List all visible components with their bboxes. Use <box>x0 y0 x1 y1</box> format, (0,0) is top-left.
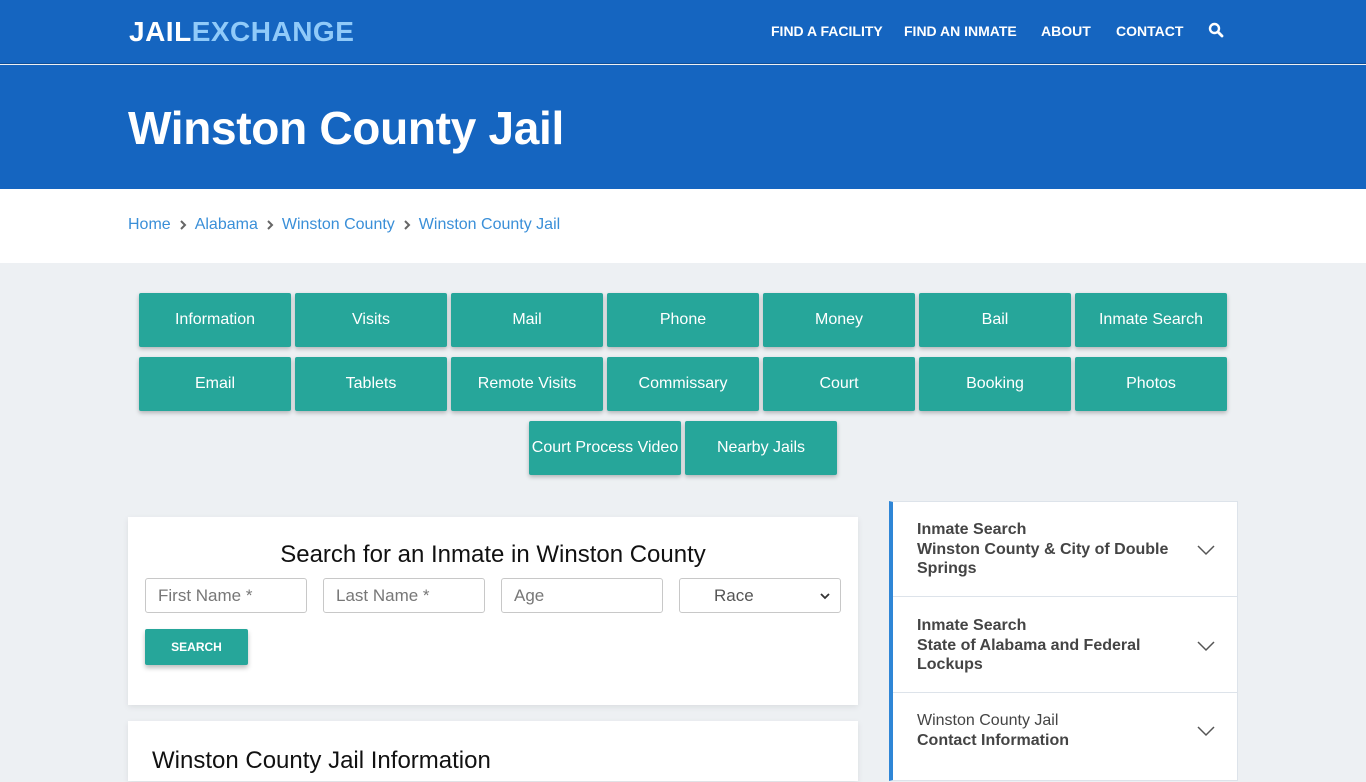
nav-find-an-inmate[interactable]: FIND AN INMATE <box>904 23 1017 39</box>
accordion-subheading: State of Alabama and Federal Lockups <box>917 636 1141 674</box>
breadcrumb-home[interactable]: Home <box>128 216 171 234</box>
chevron-down-icon <box>1197 545 1215 556</box>
breadcrumb-winston-county[interactable]: Winston County <box>282 216 395 234</box>
nav-about[interactable]: ABOUT <box>1041 23 1091 39</box>
tile-booking[interactable]: Booking <box>919 357 1071 411</box>
race-select-value: Race <box>714 585 754 605</box>
tile-information[interactable]: Information <box>139 293 291 347</box>
tile-photos[interactable]: Photos <box>1075 357 1227 411</box>
accordion-heading: Inmate Search <box>917 521 1027 538</box>
tile-bail[interactable]: Bail <box>919 293 1071 347</box>
chevron-right-icon <box>171 217 195 233</box>
tile-remote-visits[interactable]: Remote Visits <box>451 357 603 411</box>
jail-information-card: Winston County Jail Information <box>128 721 858 781</box>
last-name-input[interactable] <box>336 585 472 606</box>
tile-commissary[interactable]: Commissary <box>607 357 759 411</box>
accordion-item-county-inmate-search[interactable]: Inmate Search Winston County & City of D… <box>893 502 1238 597</box>
hero-banner: Winston County Jail <box>0 65 1366 189</box>
race-select[interactable]: Race <box>679 578 841 613</box>
breadcrumb-alabama[interactable]: Alabama <box>195 216 258 234</box>
chevron-right-icon <box>395 217 419 233</box>
tile-nearby-jails[interactable]: Nearby Jails <box>685 421 837 475</box>
search-icon[interactable] <box>1208 22 1224 38</box>
accordion-item-state-federal-search[interactable]: Inmate Search State of Alabama and Feder… <box>893 597 1238 693</box>
logo-jail: JAIL <box>129 16 192 47</box>
last-name-field[interactable] <box>323 578 485 613</box>
accordion-subheading: Winston County & City of Double Springs <box>917 540 1169 578</box>
nav-find-a-facility[interactable]: FIND A FACILITY <box>771 23 883 39</box>
tile-visits[interactable]: Visits <box>295 293 447 347</box>
first-name-field[interactable] <box>145 578 307 613</box>
chevron-down-icon <box>1197 726 1215 737</box>
tile-tablets[interactable]: Tablets <box>295 357 447 411</box>
age-field[interactable] <box>501 578 663 613</box>
navbar: JAILEXCHANGE FIND A FACILITY FIND AN INM… <box>0 0 1366 64</box>
logo-exchange: EXCHANGE <box>191 16 355 47</box>
sidebar-accordion: Inmate Search Winston County & City of D… <box>889 501 1238 781</box>
age-input[interactable] <box>514 585 650 606</box>
tile-email[interactable]: Email <box>139 357 291 411</box>
tile-money[interactable]: Money <box>763 293 915 347</box>
chevron-down-icon <box>820 592 830 599</box>
search-button[interactable]: SEARCH <box>145 629 248 665</box>
chevron-right-icon <box>258 217 282 233</box>
first-name-input[interactable] <box>158 585 294 606</box>
chevron-down-icon <box>1197 641 1215 652</box>
tile-mail[interactable]: Mail <box>451 293 603 347</box>
accordion-item-contact-information[interactable]: Winston County Jail Contact Information <box>893 693 1238 782</box>
breadcrumb-bar: Home Alabama Winston County Winston Coun… <box>0 189 1366 263</box>
inmate-search-card: Search for an Inmate in Winston County R… <box>128 517 858 705</box>
accordion-heading: Inmate Search <box>917 617 1027 634</box>
accordion-heading: Winston County Jail <box>917 712 1059 729</box>
jail-information-title: Winston County Jail Information <box>152 747 491 774</box>
search-card-title: Search for an Inmate in Winston County <box>280 541 706 568</box>
accordion-subheading: Contact Information <box>917 731 1069 749</box>
site-logo[interactable]: JAILEXCHANGE <box>129 16 354 48</box>
page-title: Winston County Jail <box>128 102 564 154</box>
nav-contact[interactable]: CONTACT <box>1116 23 1183 39</box>
breadcrumb-winston-county-jail[interactable]: Winston County Jail <box>419 216 560 234</box>
tile-phone[interactable]: Phone <box>607 293 759 347</box>
tile-inmate-search[interactable]: Inmate Search <box>1075 293 1227 347</box>
tile-court-process-video[interactable]: Court Process Video <box>529 421 681 475</box>
breadcrumb: Home Alabama Winston County Winston Coun… <box>128 216 560 234</box>
tile-court[interactable]: Court <box>763 357 915 411</box>
